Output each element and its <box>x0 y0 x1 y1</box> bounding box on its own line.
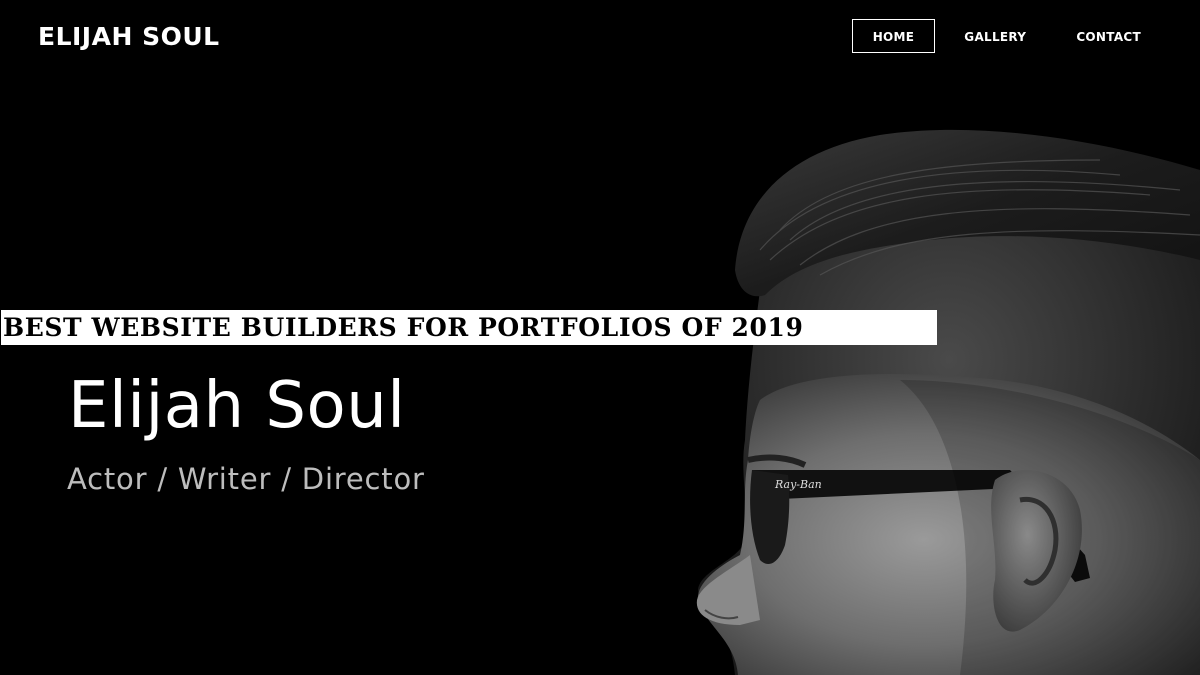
hero-subtitle: Actor / Writer / Director <box>67 462 425 496</box>
overlay-banner: BEST WEBSITE BUILDERS FOR PORTFOLIOS OF … <box>1 310 937 345</box>
nav-home[interactable]: HOME <box>851 19 936 53</box>
main-nav: HOME GALLERY CONTACT <box>851 19 1162 53</box>
hero-title: Elijah Soul <box>68 369 406 443</box>
nav-contact[interactable]: CONTACT <box>1055 19 1162 53</box>
hero-section: Ray-Ban ELIJAH SOUL HOME GALLERY CONTACT… <box>0 0 1200 675</box>
glasses-brand-text: Ray-Ban <box>774 478 822 491</box>
nav-gallery[interactable]: GALLERY <box>943 19 1047 53</box>
site-logo[interactable]: ELIJAH SOUL <box>38 22 220 52</box>
